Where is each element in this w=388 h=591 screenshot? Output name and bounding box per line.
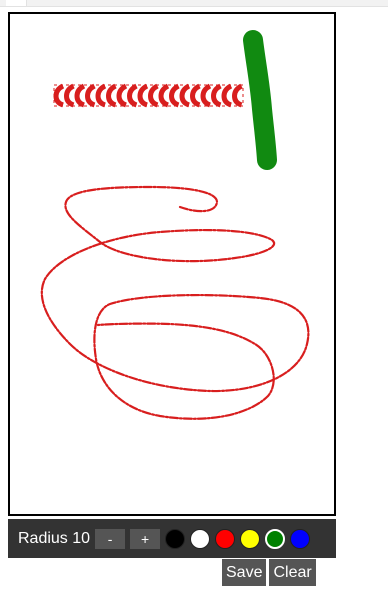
toolbar: Radius 10 - + xyxy=(8,519,336,558)
browser-tab xyxy=(6,0,27,6)
color-swatch-green[interactable] xyxy=(265,528,286,549)
browser-top-strip xyxy=(0,0,388,7)
radius-label: Radius 10 xyxy=(18,529,91,547)
canvas-drawing xyxy=(40,30,310,420)
color-swatch-black[interactable] xyxy=(165,528,186,549)
color-swatch-red[interactable] xyxy=(215,528,236,549)
action-buttons: Save Clear xyxy=(222,559,319,586)
clear-button[interactable]: Clear xyxy=(269,559,316,586)
striped-stroke xyxy=(53,83,244,108)
drawing-canvas[interactable] xyxy=(8,12,336,516)
color-swatch-yellow[interactable] xyxy=(240,528,261,549)
green-stroke xyxy=(243,30,277,170)
increase-radius-button[interactable]: + xyxy=(130,528,161,549)
save-button[interactable]: Save xyxy=(222,559,267,586)
color-swatch-blue[interactable] xyxy=(290,528,311,549)
color-swatch-white[interactable] xyxy=(190,528,211,549)
red-scribble-stroke xyxy=(40,185,310,420)
decrease-radius-button[interactable]: - xyxy=(95,528,126,549)
color-swatches xyxy=(165,528,315,549)
